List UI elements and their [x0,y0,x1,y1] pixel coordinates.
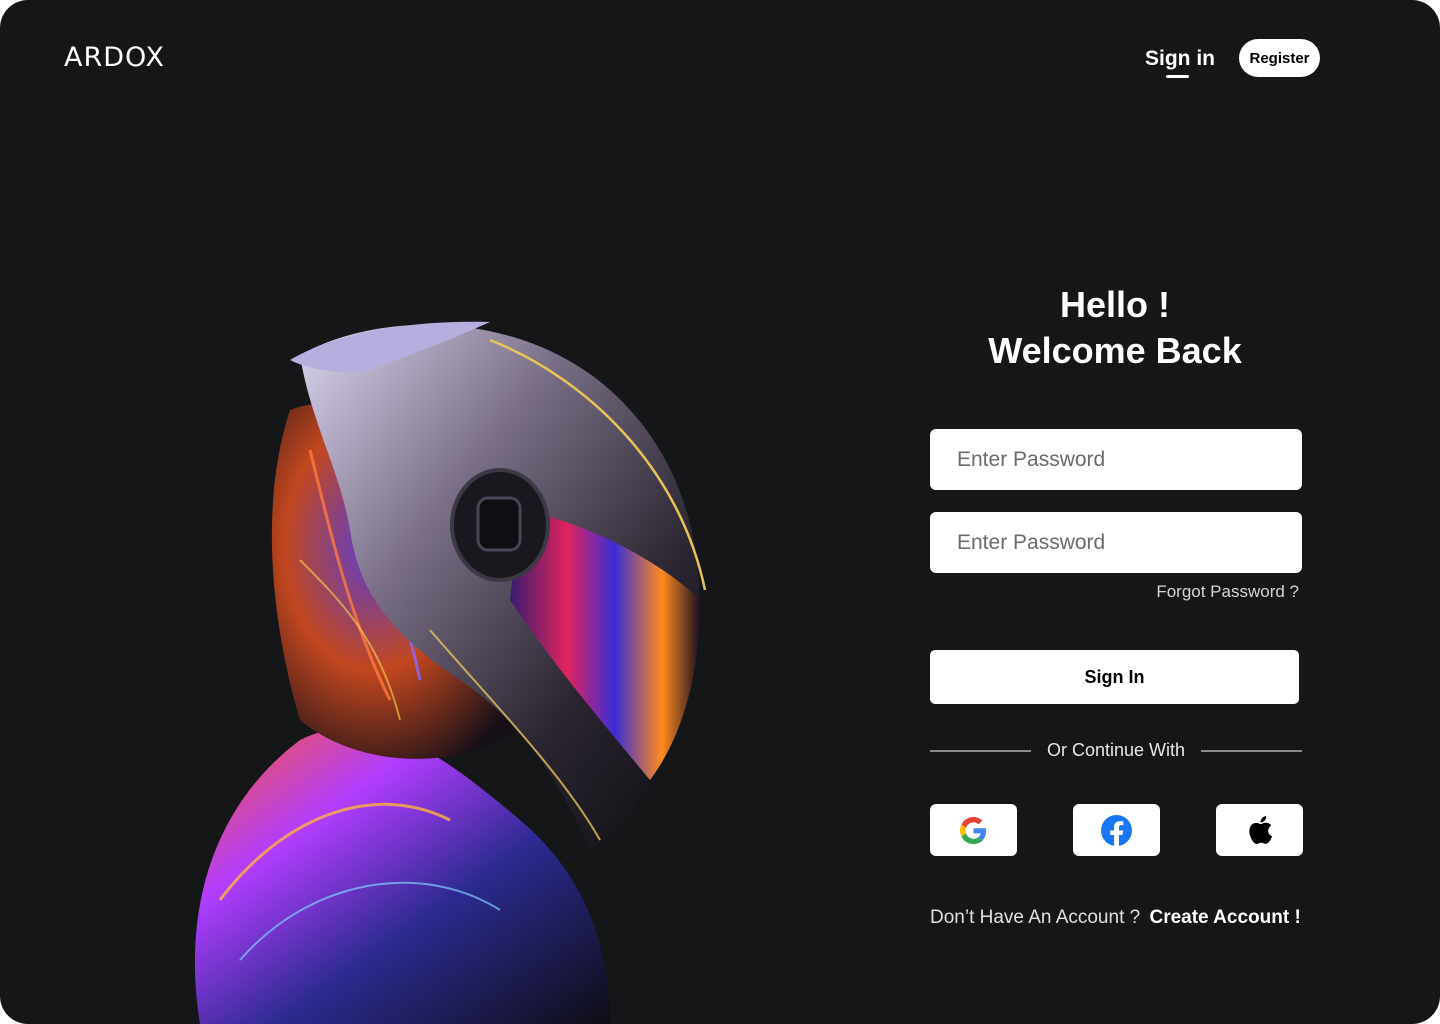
login-page: ARDOX Sign in Register Hello ! Welcome B… [0,0,1440,1024]
first-input-field[interactable] [930,429,1302,490]
brand-logo[interactable]: ARDOX [64,42,165,73]
apple-icon [1248,816,1272,844]
nav-signin-label: Sign in [1145,47,1215,70]
divider-line-right [1201,750,1302,752]
divider-line-left [930,750,1031,752]
heading-line-2: Welcome Back [988,330,1242,371]
google-login-button[interactable] [930,804,1017,856]
nav-signin-link[interactable]: Sign in [1145,47,1215,78]
forgot-password-link[interactable]: Forgot Password ? [1100,582,1299,602]
divider-text: Or Continue With [1046,740,1186,760]
password-input-field[interactable] [930,512,1302,573]
active-indicator [1166,75,1189,78]
create-account-row: Don’t Have An Account ? Create Account ! [930,907,1330,929]
welcome-heading: Hello ! Welcome Back [930,282,1300,374]
sign-in-button[interactable]: Sign In [930,650,1299,704]
no-account-text: Don’t Have An Account ? [930,907,1141,928]
create-account-link[interactable]: Create Account ! [1149,907,1300,928]
helmet-figure-image [194,321,707,1024]
register-button[interactable]: Register [1239,39,1320,77]
facebook-icon [1101,814,1132,846]
google-icon [960,816,987,844]
apple-login-button[interactable] [1216,804,1303,856]
heading-line-1: Hello ! [1059,284,1170,325]
facebook-login-button[interactable] [1073,804,1160,856]
